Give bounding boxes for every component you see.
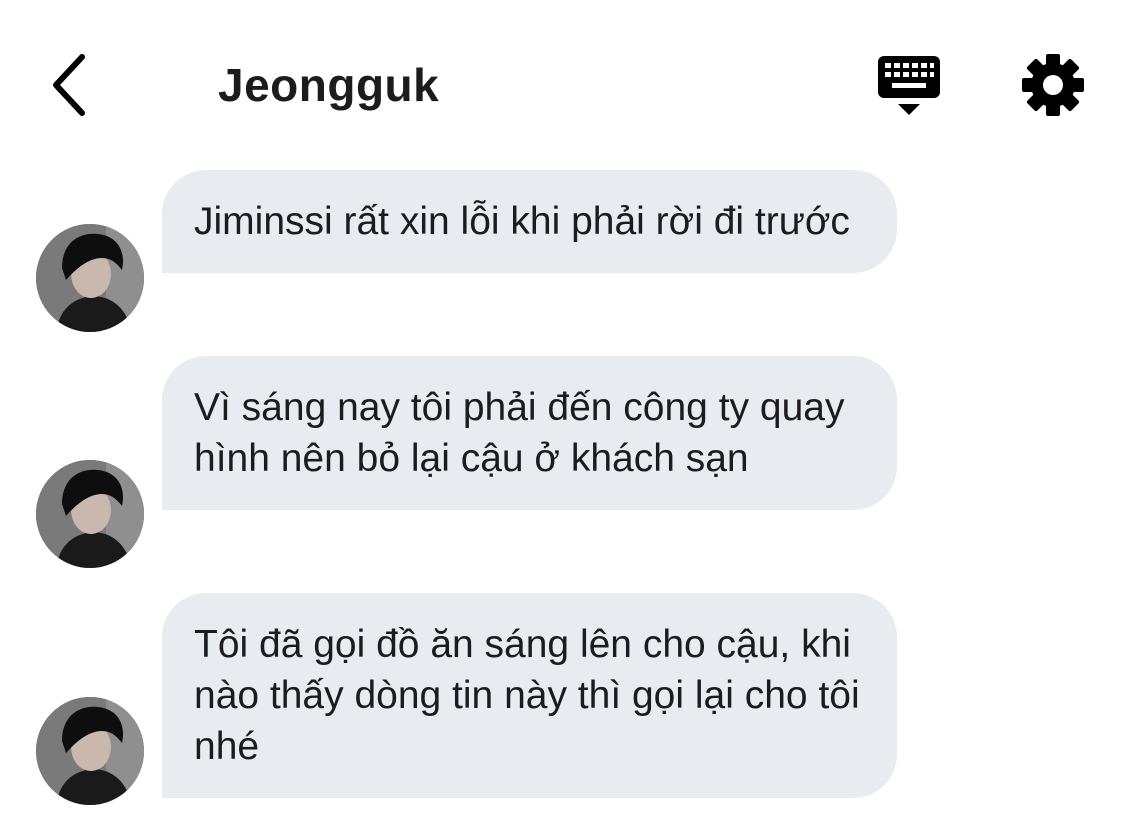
message-bubble: Tôi đã gọi đồ ăn sáng lên cho cậu, khi n… xyxy=(162,593,897,798)
avatar[interactable] xyxy=(36,697,144,805)
chat-title: Jeongguk xyxy=(218,59,440,111)
settings-button[interactable] xyxy=(1020,52,1086,118)
avatar[interactable] xyxy=(36,460,144,568)
chevron-left-icon xyxy=(53,54,85,116)
gear-icon xyxy=(1022,54,1084,116)
chat-header: Jeongguk xyxy=(0,0,1125,160)
avatar[interactable] xyxy=(36,224,144,332)
message-bubble: Jiminssi rất xin lỗi khi phải rời đi trư… xyxy=(162,170,897,273)
keyboard-button[interactable] xyxy=(872,52,946,120)
keyboard-hide-icon xyxy=(878,56,940,115)
back-button[interactable] xyxy=(40,50,96,120)
message-bubble: Vì sáng nay tôi phải đến công ty quay hì… xyxy=(162,356,897,510)
message-list: Jiminssi rất xin lỗi khi phải rời đi trư… xyxy=(0,160,1125,829)
